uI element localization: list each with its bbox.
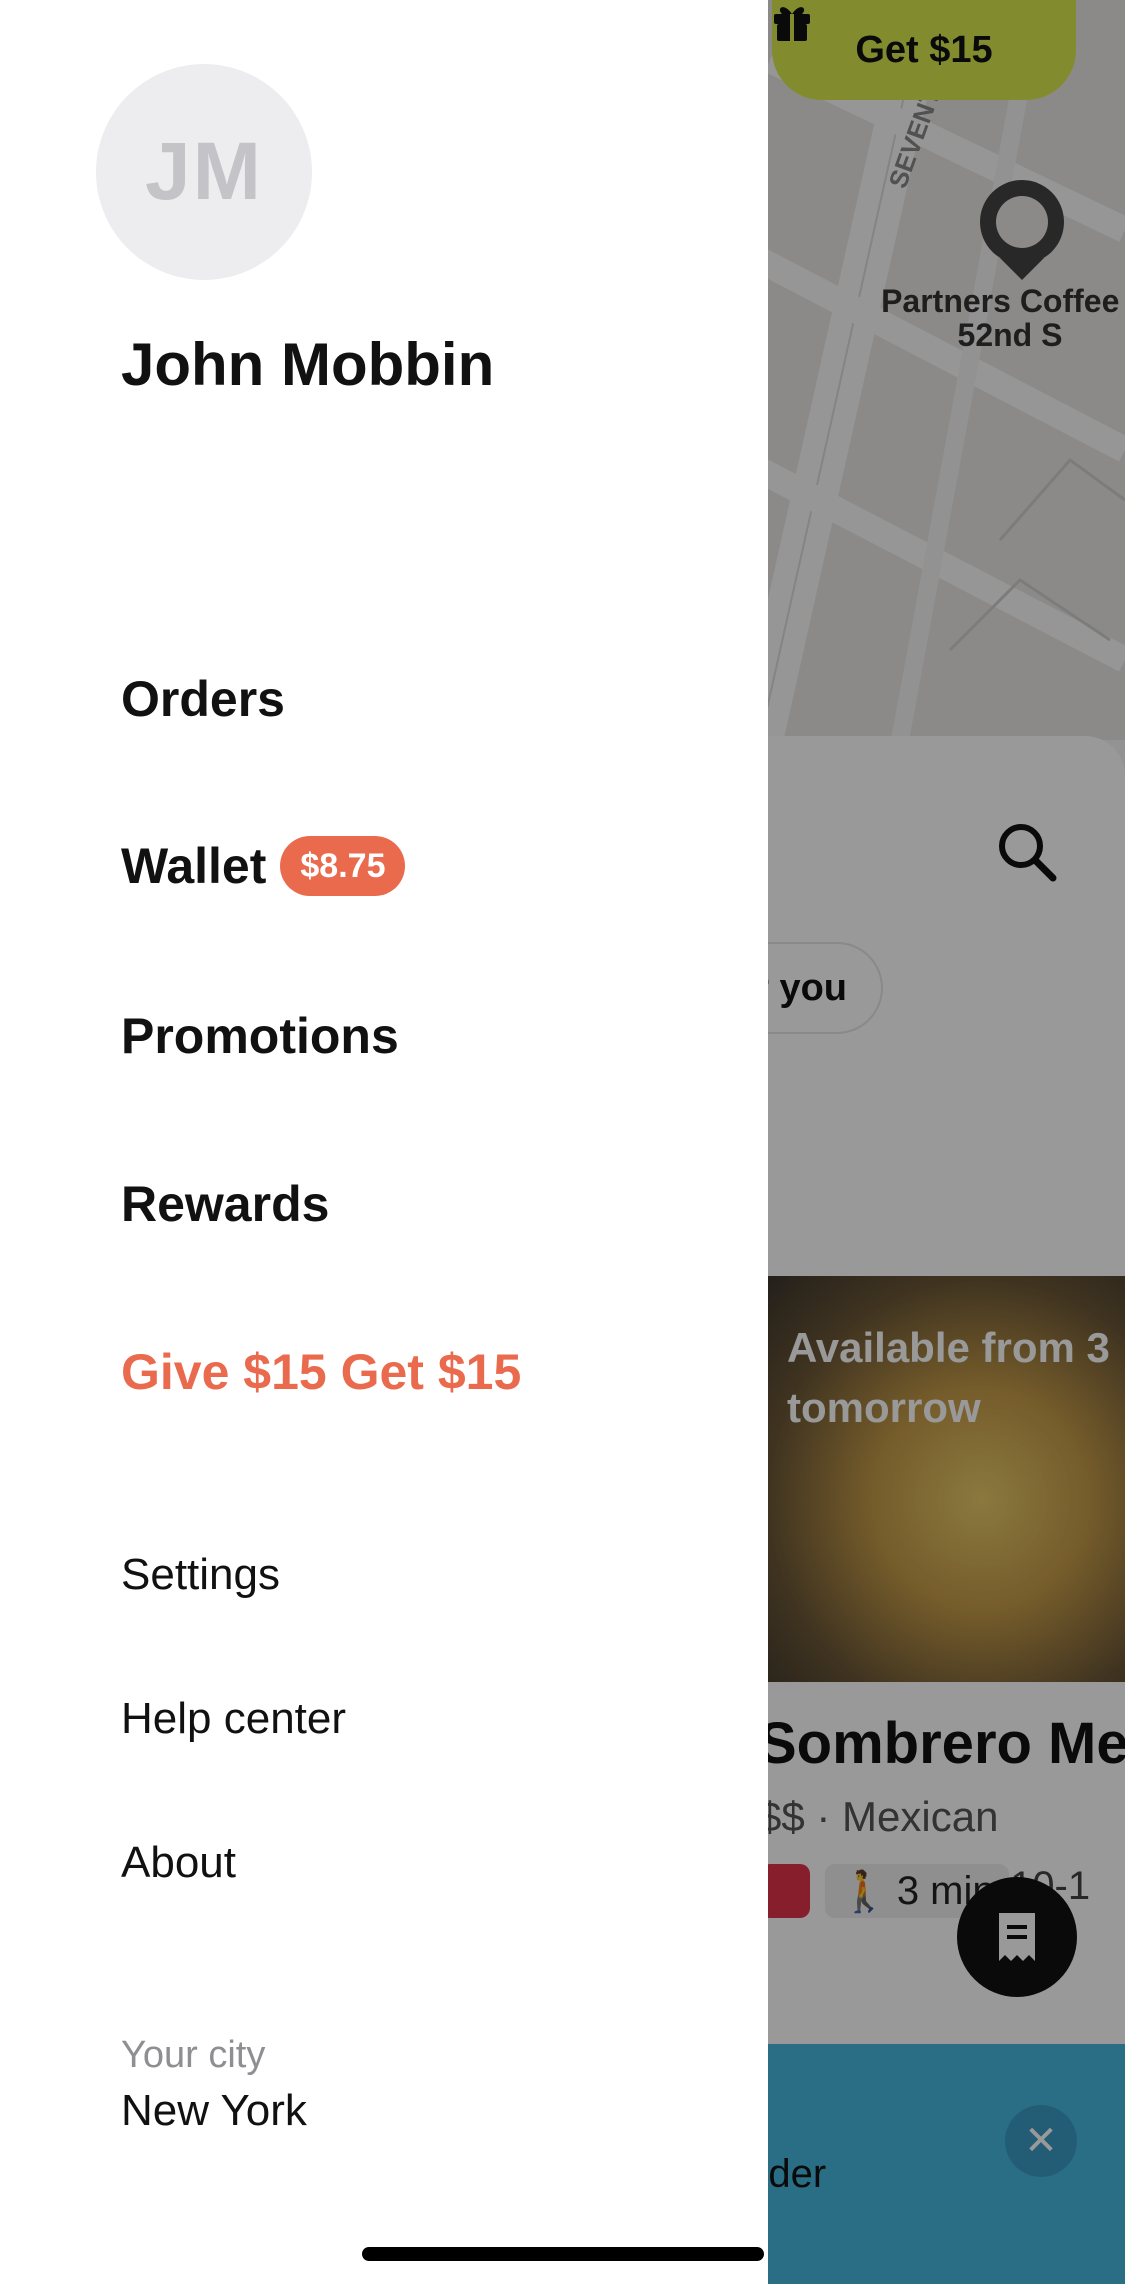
user-name[interactable]: John Mobbin xyxy=(121,330,494,399)
menu-item-rewards[interactable]: Rewards xyxy=(121,1175,329,1233)
city-value[interactable]: New York xyxy=(121,2086,307,2136)
side-drawer: JM John Mobbin Orders Wallet $8.75 Promo… xyxy=(0,0,768,2284)
menu-item-wallet[interactable]: Wallet $8.75 xyxy=(121,836,406,896)
menu-item-orders[interactable]: Orders xyxy=(121,670,285,728)
menu-item-referral[interactable]: Give $15 Get $15 xyxy=(121,1343,521,1401)
menu-item-promotions[interactable]: Promotions xyxy=(121,1007,399,1065)
city-label: Your city xyxy=(121,2034,266,2076)
menu-item-wallet-label: Wallet xyxy=(121,838,267,894)
avatar[interactable]: JM xyxy=(96,64,312,280)
menu-item-help-center[interactable]: Help center xyxy=(121,1694,346,1744)
home-indicator[interactable] xyxy=(362,2247,764,2261)
menu-item-settings[interactable]: Settings xyxy=(121,1550,280,1600)
menu-item-about[interactable]: About xyxy=(121,1838,236,1888)
avatar-initials: JM xyxy=(145,126,263,217)
wallet-balance-badge: $8.75 xyxy=(280,836,406,896)
